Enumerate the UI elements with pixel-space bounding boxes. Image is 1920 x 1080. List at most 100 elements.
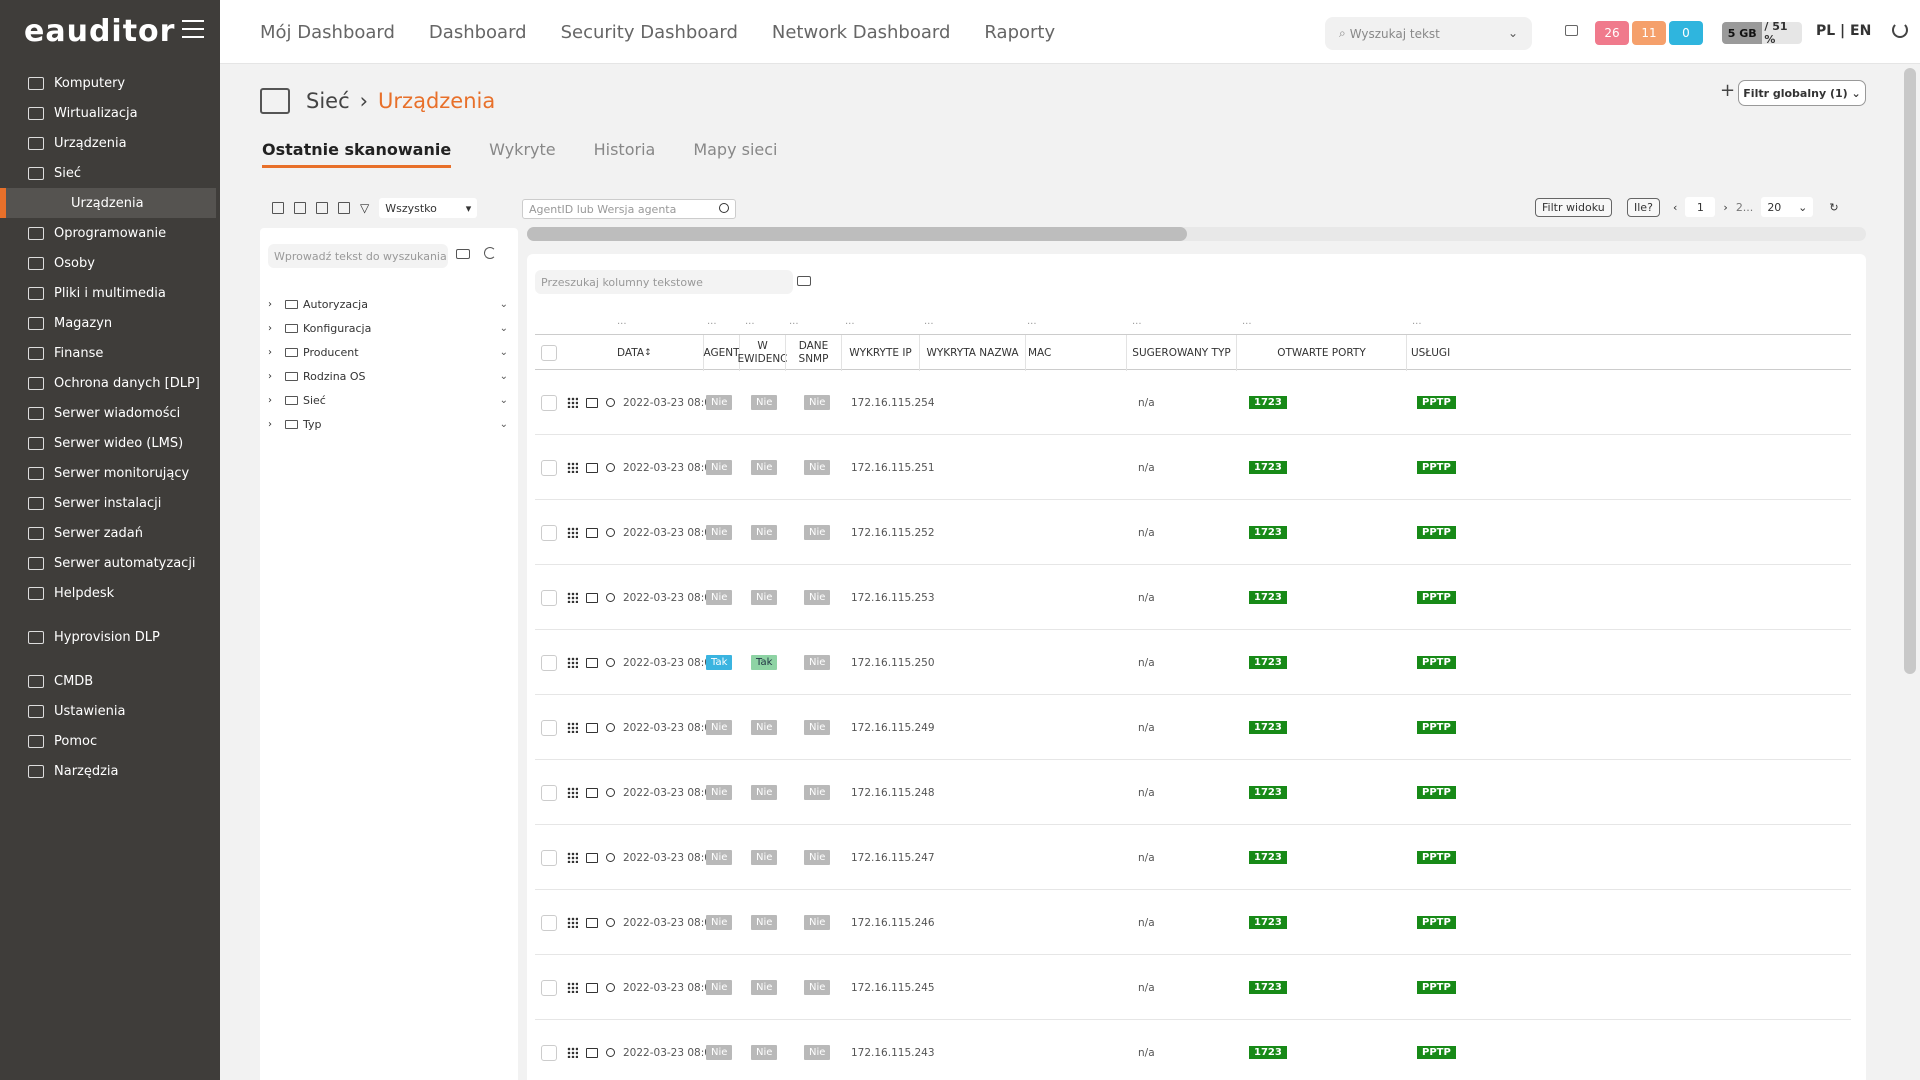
expand-arrow-icon[interactable]: › [268,323,280,334]
page-input[interactable]: 1 [1685,197,1716,217]
expand-arrow-icon[interactable]: › [268,347,280,358]
service-badge[interactable]: PPTP [1417,721,1456,734]
details-icon[interactable] [586,722,598,733]
service-badge[interactable]: PPTP [1417,591,1456,604]
chat-icon[interactable] [1565,25,1578,36]
port-badge[interactable]: 1723 [1249,786,1287,799]
service-badge[interactable]: PPTP [1417,461,1456,474]
grid-icon[interactable] [567,462,578,473]
port-badge[interactable]: 1723 [1249,396,1287,409]
power-icon[interactable] [1892,22,1908,38]
search-icon[interactable] [606,853,615,862]
column-filter-dots[interactable]: ... [1027,316,1037,327]
app-logo[interactable]: eauditor [24,14,175,49]
grid-icon[interactable] [567,592,578,603]
table-row[interactable]: 2022-03-23 08:00 Nie Nie Nie 172.16.115.252 n… [535,500,1851,565]
sidebar-item-items14[interactable]: Serwer instalacji [0,488,220,518]
sidebar-item-items10[interactable]: Ochrona danych [DLP] [0,368,220,398]
sidebar-item-items31[interactable]: Ustawienia [0,696,220,726]
col-agent[interactable]: AGENT [703,335,740,371]
grid-icon[interactable] [567,657,578,668]
col-ports[interactable]: OTWARTE PORTY [1236,335,1406,371]
col-mac[interactable]: MAC [1025,335,1126,371]
page-size-select[interactable]: 20 ⌄ [1761,197,1814,217]
search-icon[interactable] [606,398,615,407]
column-filter-dots[interactable]: ... [845,316,855,327]
row-checkbox[interactable] [541,719,557,736]
column-filter-dots[interactable]: ... [1242,316,1252,327]
column-filter-dots[interactable]: ... [707,316,717,327]
tree-item[interactable]: › Typ ⌄ [268,412,508,436]
sidebar-item-items5[interactable]: Oprogramowanie [0,218,220,248]
row-checkbox[interactable] [541,654,557,671]
grid-icon[interactable] [567,722,578,733]
vertical-scrollbar[interactable] [1904,68,1916,674]
sidebar-item-items17[interactable]: Helpdesk [0,578,220,608]
tree-item[interactable]: › Konfiguracja ⌄ [268,316,508,340]
details-icon[interactable] [586,917,598,928]
print-icon[interactable] [316,202,328,214]
chevron-down-icon[interactable]: ⌄ [500,347,508,358]
column-filter-dots[interactable]: ... [1132,316,1142,327]
row-checkbox[interactable] [541,979,557,996]
grid-icon[interactable] [567,982,578,993]
col-evidence[interactable]: W EWIDENC [738,335,788,371]
service-badge[interactable]: PPTP [1417,851,1456,864]
table-row[interactable]: 2022-03-23 08:00 Nie Nie Nie 172.16.115.245 n… [535,955,1851,1020]
sidebar-item-items30[interactable]: CMDB [0,666,220,696]
search-icon[interactable] [606,528,615,537]
table-row[interactable]: 2022-03-23 08:00 Nie Nie Nie 172.16.115.251 n… [535,435,1851,500]
details-icon[interactable] [586,527,598,538]
view-filter-button[interactable]: Filtr widoku [1535,198,1612,217]
clear-icon[interactable] [456,249,470,259]
port-badge[interactable]: 1723 [1249,461,1287,474]
tab-1[interactable]: Wykryte [489,140,555,168]
filter-icon[interactable]: ▽ [360,201,369,215]
hamburger-menu-icon[interactable] [182,20,204,40]
details-icon[interactable] [586,592,598,603]
column-filter-dots[interactable]: ... [1412,316,1422,327]
sidebar-item-items3[interactable]: Sieć [0,158,220,188]
scrollbar-thumb[interactable] [527,227,1187,241]
sidebar-item-items2[interactable]: Urządzenia [0,128,220,158]
sidebar-item-items20[interactable]: Hyprovision DLP [0,622,220,652]
row-checkbox[interactable] [541,589,557,606]
service-badge[interactable]: PPTP [1417,981,1456,994]
row-checkbox[interactable] [541,524,557,541]
chevron-down-icon[interactable]: ⌄ [500,419,508,430]
table-row[interactable]: 2022-03-23 08:00 Nie Nie Nie 172.16.115.249 n… [535,695,1851,760]
row-checkbox[interactable] [541,1044,557,1061]
table-row[interactable]: 2022-03-23 08:00 Tak Tak Nie 172.16.115.250 n… [535,630,1851,695]
table-row[interactable]: 2022-03-23 08:00 Nie Nie Nie 172.16.115.254 n… [535,370,1851,435]
chevron-down-icon[interactable]: ⌄ [500,323,508,334]
sidebar-item-items9[interactable]: Finanse [0,338,220,368]
details-icon[interactable] [586,397,598,408]
columns-grid-icon[interactable] [338,202,350,214]
search-icon[interactable] [606,463,615,472]
column-filter-dots[interactable]: ... [924,316,934,327]
search-icon[interactable] [606,983,615,992]
table-row[interactable]: 2022-03-23 08:00 Nie Nie Nie 172.16.115.253 n… [535,565,1851,630]
port-badge[interactable]: 1723 [1249,1046,1287,1059]
tree-toggle-icon[interactable] [272,202,284,214]
chevron-down-icon[interactable]: ⌄ [500,371,508,382]
column-filter-dots[interactable]: ... [789,316,799,327]
sidebar-item-items11[interactable]: Serwer wiadomości [0,398,220,428]
sidebar-item-items7[interactable]: Pliki i multimedia [0,278,220,308]
chevron-down-icon[interactable]: ⌄ [1508,26,1518,40]
sidebar-item-items6[interactable]: Osoby [0,248,220,278]
sidebar-item-items1[interactable]: Wirtualizacja [0,98,220,128]
details-icon[interactable] [586,657,598,668]
column-filter-dots[interactable]: ... [745,316,755,327]
export-icon[interactable] [294,202,306,214]
search-icon[interactable] [606,593,615,602]
topnav-link-1[interactable]: Dashboard [429,22,527,43]
service-badge[interactable]: PPTP [1417,656,1456,669]
next-page-icon[interactable]: › [1723,201,1727,214]
tree-item[interactable]: › Producent ⌄ [268,340,508,364]
sidebar-item-items4[interactable]: Urządzenia [0,188,216,218]
table-row[interactable]: 2022-03-23 08:00 Nie Nie Nie 172.16.115.246 n… [535,890,1851,955]
sidebar-item-items16[interactable]: Serwer automatyzacji [0,548,220,578]
grid-icon[interactable] [567,397,578,408]
grid-icon[interactable] [567,917,578,928]
